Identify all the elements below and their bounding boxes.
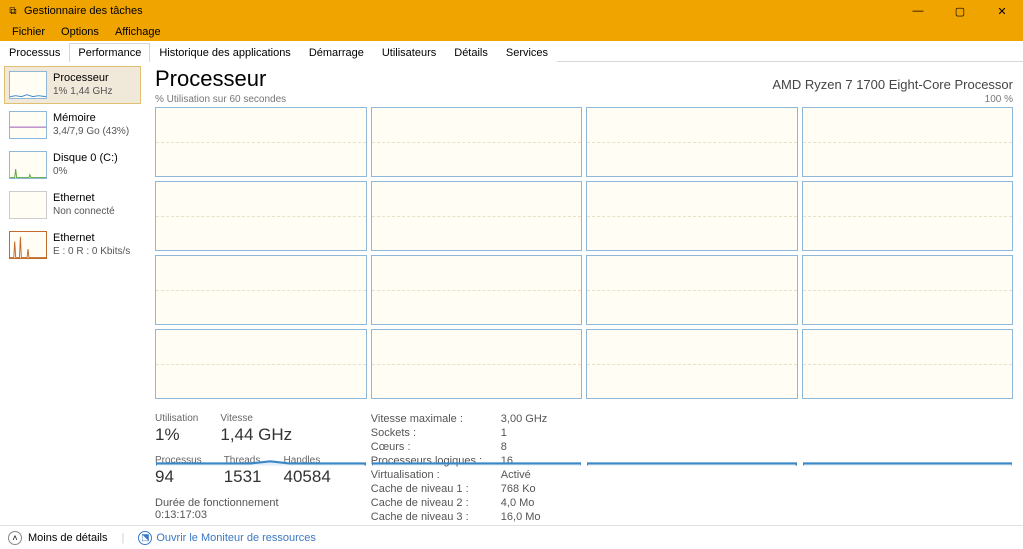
- core-graph-grid[interactable]: [155, 107, 1013, 399]
- core-graph-2[interactable]: [586, 107, 798, 177]
- footer: ˄ Moins de détails | ⬔ Ouvrir le Moniteu…: [0, 525, 1023, 549]
- menu-options[interactable]: Options: [53, 24, 107, 40]
- maximize-button[interactable]: ▢: [939, 0, 981, 22]
- app-icon: ⧉: [6, 4, 20, 18]
- core-graph-13[interactable]: [371, 329, 583, 399]
- menubar: Fichier Options Affichage: [0, 22, 1023, 41]
- core-graph-4[interactable]: [155, 181, 367, 251]
- memory-thumb-icon: [9, 111, 47, 139]
- core-graph-6[interactable]: [586, 181, 798, 251]
- tab-users[interactable]: Utilisateurs: [373, 43, 445, 62]
- sidebar-item-sub: E : 0 R : 0 Kbits/s: [53, 246, 130, 258]
- sidebar-item-cpu[interactable]: Processeur1% 1,44 GHz: [4, 66, 141, 104]
- tab-processes[interactable]: Processus: [0, 43, 69, 62]
- sidebar-item-sub: 3,4/7,9 Go (43%): [53, 126, 129, 138]
- core-graph-7[interactable]: [802, 181, 1014, 251]
- fewer-details-button[interactable]: ˄ Moins de détails: [8, 531, 108, 545]
- core-graph-1[interactable]: [371, 107, 583, 177]
- core-graph-0[interactable]: [155, 107, 367, 177]
- sidebar-item-sub: 0%: [53, 166, 118, 178]
- sidebar-item-ethernet-2[interactable]: EthernetE : 0 R : 0 Kbits/s: [4, 226, 141, 264]
- cpu-model-name: AMD Ryzen 7 1700 Eight-Core Processor: [772, 77, 1013, 92]
- cpu-thumb-icon: [9, 71, 47, 99]
- chevron-up-icon: ˄: [8, 531, 22, 545]
- sidebar-item-ethernet-1[interactable]: EthernetNon connecté: [4, 186, 141, 224]
- ethernet-thumb-icon: [9, 191, 47, 219]
- titlebar[interactable]: ⧉ Gestionnaire des tâches — ▢ ✕: [0, 0, 1023, 22]
- sidebar-item-sub: 1% 1,44 GHz: [53, 86, 112, 98]
- ethernet-thumb-icon: [9, 231, 47, 259]
- resource-monitor-label: Ouvrir le Moniteur de ressources: [156, 532, 316, 544]
- core-graph-15[interactable]: [802, 329, 1014, 399]
- fewer-details-label: Moins de détails: [28, 532, 108, 544]
- tabbar: Processus Performance Historique des app…: [0, 41, 1023, 62]
- disk-thumb-icon: [9, 151, 47, 179]
- main-panel: Processeur AMD Ryzen 7 1700 Eight-Core P…: [145, 62, 1023, 525]
- core-graph-10[interactable]: [586, 255, 798, 325]
- tab-app-history[interactable]: Historique des applications: [150, 43, 299, 62]
- sidebar-item-label: Mémoire: [53, 112, 129, 125]
- core-graph-3[interactable]: [802, 107, 1014, 177]
- monitor-icon: ⬔: [138, 531, 152, 545]
- minimize-button[interactable]: —: [897, 0, 939, 22]
- core-graph-9[interactable]: [371, 255, 583, 325]
- page-title: Processeur: [155, 66, 266, 92]
- core-graph-5[interactable]: [371, 181, 583, 251]
- sidebar: Processeur1% 1,44 GHz Mémoire3,4/7,9 Go …: [0, 62, 145, 525]
- close-button[interactable]: ✕: [981, 0, 1023, 22]
- open-resource-monitor-link[interactable]: ⬔ Ouvrir le Moniteur de ressources: [138, 531, 316, 545]
- graph-xaxis-label: % Utilisation sur 60 secondes: [155, 94, 286, 105]
- sidebar-item-label: Ethernet: [53, 192, 115, 205]
- tab-startup[interactable]: Démarrage: [300, 43, 373, 62]
- tab-performance[interactable]: Performance: [69, 43, 150, 62]
- sidebar-item-sub: Non connecté: [53, 206, 115, 218]
- window-title: Gestionnaire des tâches: [24, 5, 897, 17]
- sidebar-item-memory[interactable]: Mémoire3,4/7,9 Go (43%): [4, 106, 141, 144]
- tab-details[interactable]: Détails: [445, 43, 497, 62]
- core-graph-8[interactable]: [155, 255, 367, 325]
- tab-services[interactable]: Services: [497, 43, 557, 62]
- sidebar-item-disk[interactable]: Disque 0 (C:)0%: [4, 146, 141, 184]
- graph-ymax-label: 100 %: [985, 94, 1013, 105]
- core-graph-11[interactable]: [802, 255, 1014, 325]
- sidebar-item-label: Processeur: [53, 72, 112, 85]
- core-graph-14[interactable]: [586, 329, 798, 399]
- menu-file[interactable]: Fichier: [4, 24, 53, 40]
- menu-view[interactable]: Affichage: [107, 24, 169, 40]
- core-graph-12[interactable]: [155, 329, 367, 399]
- sidebar-item-label: Disque 0 (C:): [53, 152, 118, 165]
- sidebar-item-label: Ethernet: [53, 232, 130, 245]
